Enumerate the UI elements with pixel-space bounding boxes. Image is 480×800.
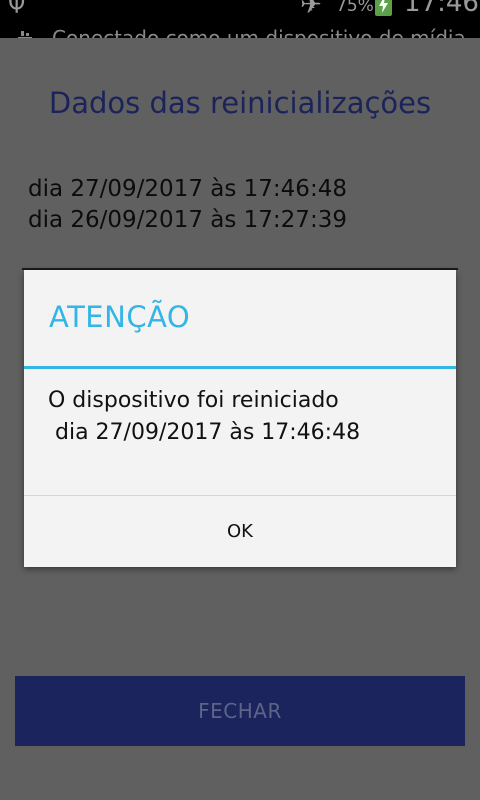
page-title: Dados das reinicializações	[48, 86, 432, 120]
dialog-title-divider	[24, 366, 456, 369]
alert-dialog: ATENÇÃO O dispositivo foi reiniciado dia…	[24, 270, 456, 567]
battery-percent: 75%	[336, 0, 374, 16]
battery-charging-icon	[375, 0, 392, 16]
airplane-mode-icon: ✈	[300, 0, 322, 20]
notification-text: Conectado como um dispositivo de mídia	[52, 26, 466, 38]
close-button[interactable]: FECHAR	[15, 676, 465, 746]
usb-icon: Ψ	[8, 0, 26, 19]
list-item: dia 26/09/2017 às 17:27:39	[28, 207, 347, 233]
reboot-list: dia 27/09/2017 às 17:46:48 dia 26/09/201…	[28, 174, 347, 236]
dialog-title: ATENÇÃO	[49, 300, 191, 334]
status-time: 17:46	[404, 0, 479, 18]
list-item: dia 27/09/2017 às 17:46:48	[28, 176, 347, 202]
usb-connection-icon	[18, 28, 32, 38]
dialog-message: O dispositivo foi reiniciado dia 27/09/2…	[48, 388, 361, 445]
ok-button[interactable]: OK	[24, 496, 456, 567]
status-bar: Ψ Conectado como um dispositivo de mídia…	[0, 0, 480, 38]
